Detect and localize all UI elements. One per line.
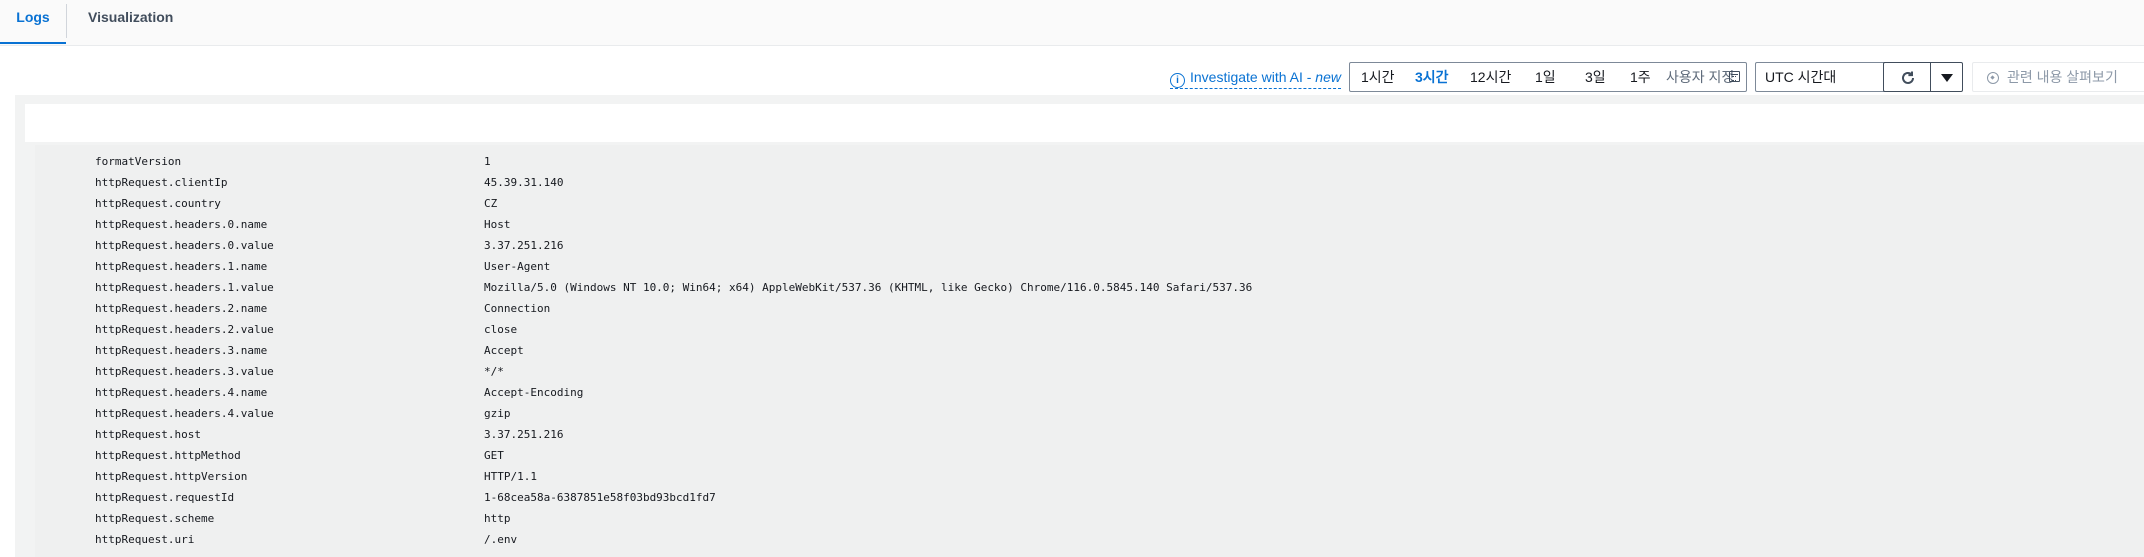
log-field-value: */*: [484, 365, 504, 378]
log-field-value: gzip: [484, 407, 511, 420]
caret-down-icon: [1941, 74, 1953, 82]
log-field-key: httpRequest.httpVersion: [95, 470, 248, 483]
refresh-icon: [1902, 71, 1914, 84]
info-icon: i: [1170, 73, 1185, 88]
range-1w[interactable]: 1주: [1630, 63, 1651, 91]
log-row: httpRequest.uri /.env: [35, 529, 2144, 550]
log-field-value: 3.37.251.216: [484, 239, 564, 252]
range-1d[interactable]: 1일: [1535, 63, 1556, 91]
refresh-group: [1883, 62, 1963, 92]
toolbar: i Investigate with AI - new 1시간 3시간 12시간 …: [0, 62, 2144, 94]
log-field-value: close: [484, 323, 518, 336]
log-row: httpRequest.headers.1.value Mozilla/5.0 (…: [35, 277, 2144, 298]
log-field-value: CZ: [484, 197, 498, 210]
log-row: httpRequest.headers.0.name Host: [35, 214, 2144, 235]
log-field-key: httpRequest.headers.3.name: [95, 344, 268, 357]
log-row: httpRequest.host 3.37.251.216: [35, 424, 2144, 445]
explore-label: 관련 내용 살펴보기: [2007, 69, 2118, 85]
new-label: new: [1315, 69, 1341, 85]
log-field-key: httpRequest.httpMethod: [95, 449, 241, 462]
tab-visualization[interactable]: Visualization: [88, 0, 173, 44]
range-1h[interactable]: 1시간: [1361, 63, 1395, 91]
log-field-value: 1: [484, 155, 491, 168]
log-field-key: httpRequest.host: [95, 428, 201, 441]
log-field-value: 45.39.31.140: [484, 176, 564, 189]
time-range-selector: 1시간 3시간 12시간 1일 3일 1주 사용자 지정: [1349, 62, 1747, 92]
investigate-with-ai-link[interactable]: i Investigate with AI - new: [1170, 68, 1341, 89]
refresh-button[interactable]: [1883, 62, 1931, 92]
log-field-key: httpRequest.uri: [95, 533, 195, 546]
tab-bar: Logs Visualization: [0, 0, 2144, 46]
log-row: httpRequest.clientIp 45.39.31.140: [35, 172, 2144, 193]
range-12h[interactable]: 12시간: [1470, 63, 1511, 91]
log-row: httpRequest.headers.3.value */*: [35, 361, 2144, 382]
log-field-key: httpRequest.headers.4.value: [95, 407, 274, 420]
tab-logs[interactable]: Logs: [0, 0, 66, 44]
log-field-value: Host: [484, 218, 511, 231]
calendar-icon[interactable]: [1729, 71, 1740, 82]
log-field-value: 3.37.251.216: [484, 428, 564, 441]
investigate-label: Investigate with AI -: [1190, 69, 1316, 85]
range-3h[interactable]: 3시간: [1415, 63, 1449, 91]
log-field-value: Accept-Encoding: [484, 386, 584, 399]
log-panel-header: [25, 104, 2144, 142]
log-row: formatVersion 1: [35, 151, 2144, 172]
refresh-interval-dropdown[interactable]: [1930, 62, 1963, 92]
log-field-value: http: [484, 512, 511, 525]
log-field-value: HTTP/1.1: [484, 470, 537, 483]
log-row: httpRequest.headers.2.value close: [35, 319, 2144, 340]
log-field-value: Mozilla/5.0 (Windows NT 10.0; Win64; x64…: [484, 281, 1253, 294]
log-field-value: 1-68cea58a-6387851e58f03bd93bcd1fd7: [484, 491, 716, 504]
log-field-value: Accept: [484, 344, 524, 357]
log-row: httpRequest.httpMethod GET: [35, 445, 2144, 466]
log-row: httpRequest.headers.1.name User-Agent: [35, 256, 2144, 277]
log-field-value: /.env: [484, 533, 518, 546]
log-field-key: httpRequest.requestId: [95, 491, 235, 504]
log-field-key: httpRequest.clientIp: [95, 176, 228, 189]
log-field-key: formatVersion: [95, 155, 182, 168]
log-row: httpRequest.scheme http: [35, 508, 2144, 529]
log-field-value: Connection: [484, 302, 551, 315]
log-row: httpRequest.headers.4.name Accept-Encodin…: [35, 382, 2144, 403]
explore-related-button[interactable]: 관련 내용 살펴보기: [1972, 62, 2144, 92]
log-field-key: httpRequest.headers.0.value: [95, 239, 274, 252]
log-field-key: httpRequest.scheme: [95, 512, 215, 525]
range-3d[interactable]: 3일: [1585, 63, 1606, 91]
log-field-key: httpRequest.headers.1.value: [95, 281, 274, 294]
log-field-key: httpRequest.headers.3.value: [95, 365, 274, 378]
log-row: httpRequest.requestId 1-68cea58a-6387851e…: [35, 487, 2144, 508]
log-row: httpRequest.headers.4.value gzip: [35, 403, 2144, 424]
range-custom[interactable]: 사용자 지정: [1666, 63, 1734, 91]
log-row: httpRequest.httpVersion HTTP/1.1: [35, 466, 2144, 487]
log-field-key: httpRequest.country: [95, 197, 221, 210]
log-row: httpRequest.headers.2.name Connection: [35, 298, 2144, 319]
log-row: httpRequest.headers.3.name Accept: [35, 340, 2144, 361]
log-detail-table: formatVersion 1 httpRequest.clientIp 45.39.…: [35, 145, 2144, 557]
tab-divider: [66, 4, 67, 38]
log-field-key: httpRequest.headers.1.name: [95, 260, 268, 273]
log-field-value: GET: [484, 449, 504, 462]
log-field-key: httpRequest.headers.2.name: [95, 302, 268, 315]
log-field-key: httpRequest.headers.0.name: [95, 218, 268, 231]
log-field-key: httpRequest.headers.4.name: [95, 386, 268, 399]
log-field-key: httpRequest.headers.2.value: [95, 323, 274, 336]
compass-icon: [1987, 72, 1999, 84]
log-row: httpRequest.headers.0.value 3.37.251.216: [35, 235, 2144, 256]
timezone-value: UTC 시간대: [1765, 69, 1837, 85]
log-field-value: User-Agent: [484, 260, 551, 273]
log-row: httpRequest.country CZ: [35, 193, 2144, 214]
